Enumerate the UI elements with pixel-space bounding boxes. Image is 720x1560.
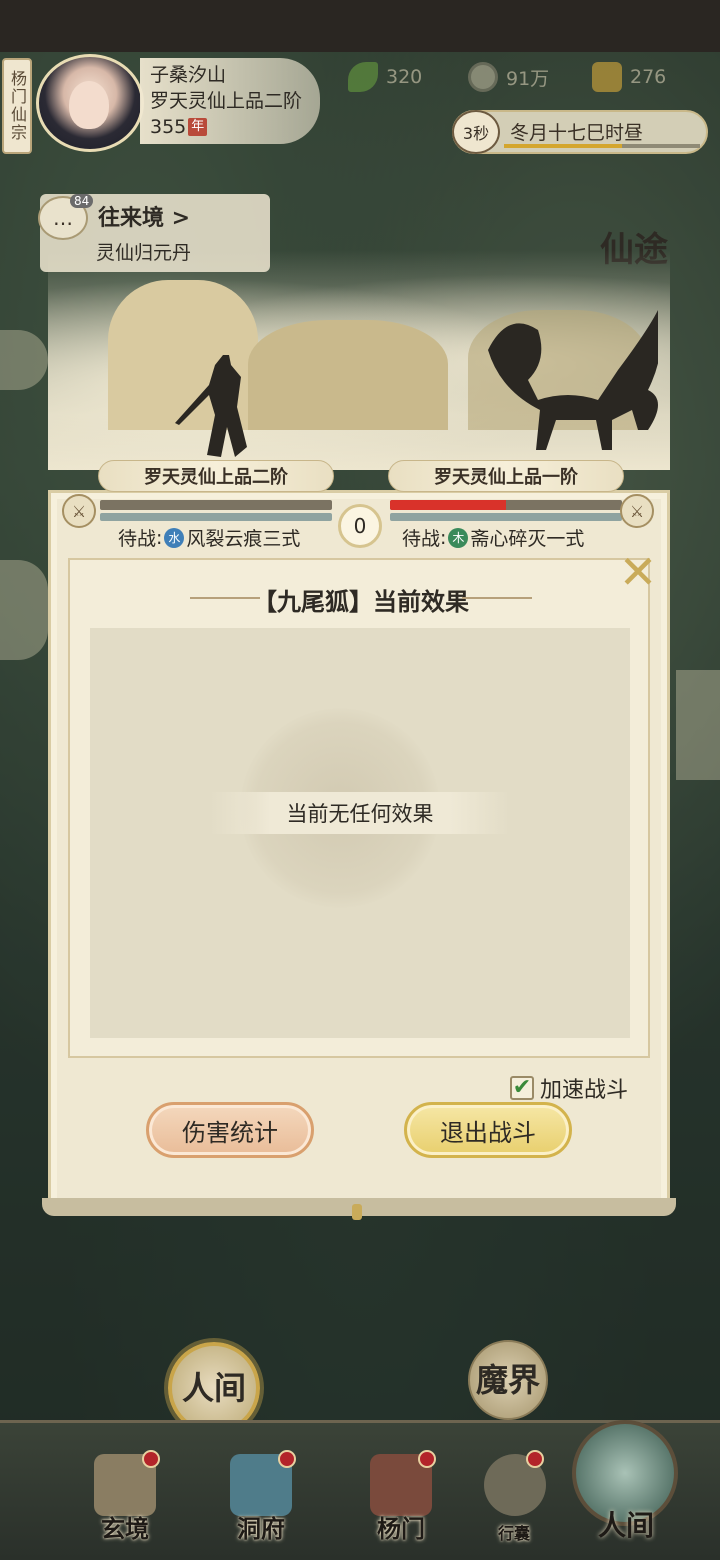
status-bar	[0, 0, 720, 52]
player-info[interactable]: 子桑汐山 罗天灵仙上品二阶 355 年	[140, 58, 320, 144]
wait-prefix: 待战	[118, 528, 157, 550]
timer-seconds: 3秒	[452, 110, 500, 154]
player-buff-icon[interactable]: ⚔	[62, 494, 96, 528]
player-age: 355 年	[150, 114, 310, 140]
enemy-buff-icon[interactable]: ⚔	[620, 494, 654, 528]
effect-title: 【九尾狐】当前效果	[253, 588, 469, 616]
enemy-skill-name: 斋心碎灭一式	[470, 528, 585, 550]
side-button-left-2[interactable]	[0, 560, 48, 660]
notification-dot	[526, 1450, 544, 1468]
player-silhouette	[175, 355, 247, 457]
notification-dot	[142, 1450, 160, 1468]
player-hp-bar	[100, 500, 332, 510]
battle-panel: 罗天灵仙上品二阶 罗天灵仙上品一阶 ⚔ 0 ⚔ 待战: 水风裂云痕三式 待战: 木斋…	[42, 250, 676, 1220]
player-skill-name: 风裂云痕三式	[186, 528, 301, 550]
player-mp-bar	[100, 513, 332, 521]
chat-count-badge: 84	[70, 194, 94, 208]
nav-xingnang[interactable]: 行囊	[474, 1450, 554, 1550]
resource-gold-value: 276	[630, 66, 667, 88]
nav-renjian-label: 人间	[597, 1509, 654, 1542]
resource-leaf-value: 320	[386, 66, 423, 88]
sect-tag[interactable]: 杨门仙宗	[2, 58, 32, 154]
speed-toggle[interactable]: ✔ 加速战斗	[510, 1072, 628, 1104]
nav-xingnang-label: 行囊	[497, 1524, 530, 1543]
side-button-right[interactable]	[676, 670, 720, 780]
wait-prefix: 待战	[402, 528, 441, 550]
player-rank-label: 罗天灵仙上品二阶	[98, 460, 334, 492]
title-decoration-right	[462, 597, 532, 599]
gold-ingot-icon	[592, 62, 622, 92]
coin-icon	[468, 62, 498, 92]
resource-gold[interactable]: 276	[592, 62, 666, 92]
player-name: 子桑汐山	[150, 64, 227, 86]
nav-xuanjing-label: 玄境	[101, 1514, 149, 1543]
avatar-face	[69, 81, 109, 129]
nav-renjian[interactable]: 人间	[566, 1410, 686, 1550]
nine-tail-fox-silhouette	[488, 310, 658, 450]
guild-title[interactable]: 往来境 >	[98, 200, 190, 232]
nav-yangmen[interactable]: 杨门	[356, 1450, 446, 1550]
damage-stats-button[interactable]: 伤害统计	[146, 1102, 314, 1158]
resource-leaf[interactable]: 320	[348, 62, 422, 92]
round-counter: 0	[338, 504, 382, 548]
realm-demon-button[interactable]: 魔界	[468, 1340, 548, 1420]
timer-date-text: 冬月十七巳时昼	[510, 122, 644, 144]
exit-battle-button[interactable]: 退出战斗	[404, 1102, 572, 1158]
age-unit-badge: 年	[188, 118, 208, 136]
effect-card: 【九尾狐】当前效果 ✕ 当前无任何效果	[68, 549, 657, 1058]
player-hp-fill	[100, 500, 332, 510]
enemy-next-skill: 待战: 木斋心碎灭一式	[402, 524, 584, 551]
nav-xuanjing[interactable]: 玄境	[80, 1450, 170, 1550]
resource-coin-value: 91万	[506, 67, 550, 90]
enemy-rank-label: 罗天灵仙上品一阶	[388, 460, 624, 492]
player-avatar[interactable]	[36, 54, 144, 152]
notification-dot	[278, 1450, 296, 1468]
speed-label: 加速战斗	[540, 1078, 629, 1103]
speed-checkbox[interactable]: ✔	[510, 1076, 534, 1100]
enemy-hp-fill	[390, 500, 506, 510]
leaf-icon	[348, 62, 378, 92]
nav-dongfu-label: 洞府	[237, 1514, 285, 1543]
mountain-shape	[248, 320, 448, 430]
enemy-hp-bar	[390, 500, 622, 510]
notification-dot	[418, 1450, 436, 1468]
enemy-mp-bar	[390, 513, 622, 521]
panel-pin	[352, 1204, 362, 1220]
resource-coin[interactable]: 91万	[468, 62, 549, 92]
timer-progress-fill	[504, 144, 622, 148]
nav-dongfu[interactable]: 洞府	[216, 1450, 306, 1550]
timer-progress	[504, 144, 700, 148]
wood-element-icon: 木	[448, 527, 469, 548]
effect-list-area: 当前无任何效果	[90, 628, 630, 1038]
player-realm: 罗天灵仙上品二阶	[150, 90, 303, 112]
water-element-icon: 水	[164, 527, 185, 548]
nav-yangmen-label: 杨门	[377, 1514, 425, 1543]
empty-effect-text: 当前无任何效果	[210, 792, 510, 834]
player-age-value: 355	[150, 116, 187, 138]
time-display[interactable]: 3秒 冬月十七巳时昼	[452, 110, 708, 154]
player-next-skill: 待战: 水风裂云痕三式	[118, 524, 300, 551]
close-icon[interactable]: ✕	[614, 548, 662, 596]
